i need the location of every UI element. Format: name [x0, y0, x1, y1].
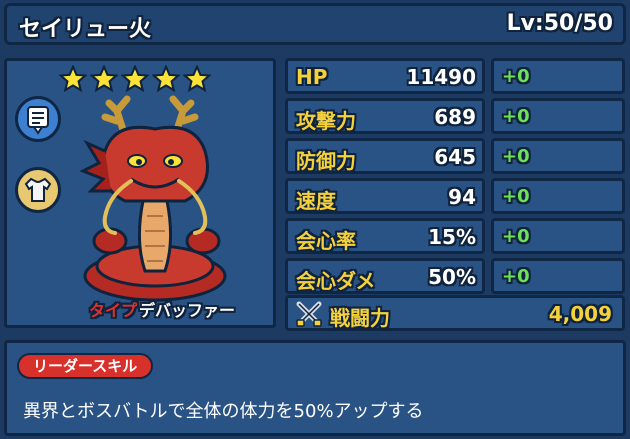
stat-box: HP 11490 — [285, 58, 485, 94]
header-bar: セイリュー火 Lv:50/50 — [4, 3, 626, 45]
memo-icon — [27, 106, 49, 135]
leader-skill-badge: リーダースキル — [17, 353, 154, 379]
stat-bonus-box: +0 — [491, 218, 625, 254]
stat-value: 11490 — [406, 65, 476, 89]
stat-box: 速度 94 — [285, 178, 485, 214]
type-value: デバッファー — [139, 301, 236, 320]
stat-bonus: +0 — [502, 106, 530, 127]
stat-bonus: +0 — [502, 226, 530, 247]
stat-bonus-box: +0 — [491, 58, 625, 94]
shirt-icon — [24, 177, 52, 202]
stat-label: 速度 — [296, 189, 336, 213]
stat-bonus-box: +0 — [491, 98, 625, 134]
portrait-panel: タイプ デバッファー — [4, 58, 276, 328]
star-icon — [59, 65, 87, 93]
stat-row-crit-rate: 会心率 15% +0 — [285, 218, 625, 254]
stat-label: 会心ダメ — [296, 269, 376, 293]
stat-box: 攻撃力 689 — [285, 98, 485, 134]
stat-bonus: +0 — [502, 266, 530, 287]
stat-value: 15% — [428, 225, 476, 249]
rarity-stars — [59, 65, 211, 93]
stat-value: 645 — [434, 145, 476, 169]
level-indicator: Lv:50/50 — [506, 11, 613, 36]
crossed-swords-icon — [296, 301, 322, 327]
star-icon — [152, 65, 180, 93]
stat-row-attack: 攻撃力 689 +0 — [285, 98, 625, 134]
stat-bonus: +0 — [502, 146, 530, 167]
stat-box: 防御力 645 — [285, 138, 485, 174]
character-portrait — [79, 95, 227, 302]
stat-label: 防御力 — [296, 149, 356, 173]
leader-skill-description: 異界とボスバトルで全体の体力を50%アップする — [23, 401, 424, 422]
combat-power-label: 戦闘力 — [330, 306, 390, 330]
stat-row-hp: HP 11490 +0 — [285, 58, 625, 94]
stat-bonus-box: +0 — [491, 178, 625, 214]
stat-bonus: +0 — [502, 66, 530, 87]
character-name: セイリュー火 — [19, 17, 152, 42]
stat-bonus-box: +0 — [491, 258, 625, 294]
star-icon — [183, 65, 211, 93]
combat-power-value: 4,009 — [548, 302, 612, 326]
leader-skill-panel: リーダースキル 異界とボスバトルで全体の体力を50%アップする — [4, 340, 626, 436]
stat-box: 会心ダメ 50% — [285, 258, 485, 294]
star-icon — [121, 65, 149, 93]
star-icon — [90, 65, 118, 93]
stat-row-speed: 速度 94 +0 — [285, 178, 625, 214]
type-label: タイプ — [89, 301, 138, 320]
stat-label: 会心率 — [296, 229, 356, 253]
equipment-button[interactable] — [15, 167, 61, 213]
stat-row-defense: 防御力 645 +0 — [285, 138, 625, 174]
combat-power-row: 戦闘力 4,009 — [285, 295, 625, 331]
stat-value: 50% — [428, 265, 476, 289]
stat-bonus: +0 — [502, 186, 530, 207]
stat-bonus-box: +0 — [491, 138, 625, 174]
stat-row-crit-damage: 会心ダメ 50% +0 — [285, 258, 625, 294]
stat-label: HP — [296, 65, 328, 89]
stat-label: 攻撃力 — [296, 109, 356, 133]
stat-value: 94 — [448, 185, 476, 209]
stat-box: 会心率 15% — [285, 218, 485, 254]
stat-value: 689 — [434, 105, 476, 129]
profile-memo-button[interactable] — [15, 96, 61, 142]
